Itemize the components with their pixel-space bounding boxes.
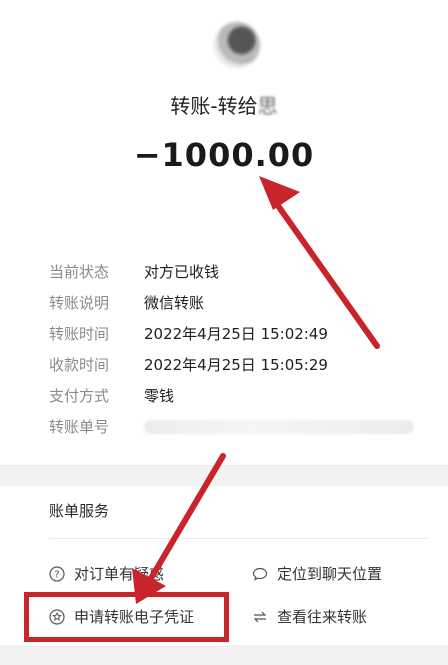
detail-value: 微信转账	[144, 294, 205, 312]
detail-value: 对方已收钱	[144, 263, 220, 281]
section-gap	[0, 466, 448, 486]
recipient-name-blurred: 思	[257, 94, 278, 118]
detail-label: 转账说明	[49, 294, 110, 312]
detail-value: 零钱	[144, 387, 175, 405]
page-title: 转账-转给思	[0, 90, 448, 119]
title-prefix: 转账-转给	[170, 94, 258, 118]
transfer-amount: −1000.00	[133, 136, 315, 174]
service-order-question[interactable]: ? 对订单有疑惑	[49, 563, 164, 584]
svg-text:?: ?	[54, 569, 59, 580]
service-label: 定位到聊天位置	[277, 565, 383, 583]
detail-label: 收款时间	[49, 356, 110, 374]
detail-row-note: 转账说明 微信转账	[49, 287, 429, 318]
detail-row-status: 当前状态 对方已收钱	[49, 256, 429, 287]
detail-label: 支付方式	[49, 387, 110, 405]
exchange-arrows-icon	[252, 609, 268, 625]
detail-row-transfer-id: 转账单号	[49, 411, 429, 442]
question-circle-icon: ?	[49, 565, 65, 582]
service-locate-chat[interactable]: 定位到聊天位置	[252, 563, 382, 584]
detail-label: 当前状态	[49, 263, 110, 281]
detail-value: 2022年4月25日 15:05:29	[144, 356, 328, 374]
divider	[49, 538, 428, 539]
detail-row-transfer-time: 转账时间 2022年4月25日 15:02:49	[49, 318, 429, 349]
detail-row-payment-method: 支付方式 零钱	[49, 380, 429, 411]
service-label: 对订单有疑惑	[74, 565, 165, 583]
avatar	[214, 22, 260, 68]
detail-label: 转账单号	[49, 418, 110, 436]
transfer-details: 当前状态 对方已收钱 转账说明 微信转账 转账时间 2022年4月25日 15:…	[49, 256, 429, 442]
bottom-gap	[0, 645, 448, 665]
detail-label: 转账时间	[49, 325, 110, 343]
detail-value: 2022年4月25日 15:02:49	[144, 325, 328, 343]
service-label: 查看往来转账	[277, 608, 368, 626]
annotation-highlight-box	[24, 592, 229, 642]
detail-row-receive-time: 收款时间 2022年4月25日 15:05:29	[49, 349, 429, 380]
transfer-id-blurred	[144, 419, 414, 434]
service-view-transfers[interactable]: 查看往来转账	[252, 606, 367, 627]
chat-bubble-icon	[252, 566, 268, 582]
services-title: 账单服务	[49, 502, 110, 520]
